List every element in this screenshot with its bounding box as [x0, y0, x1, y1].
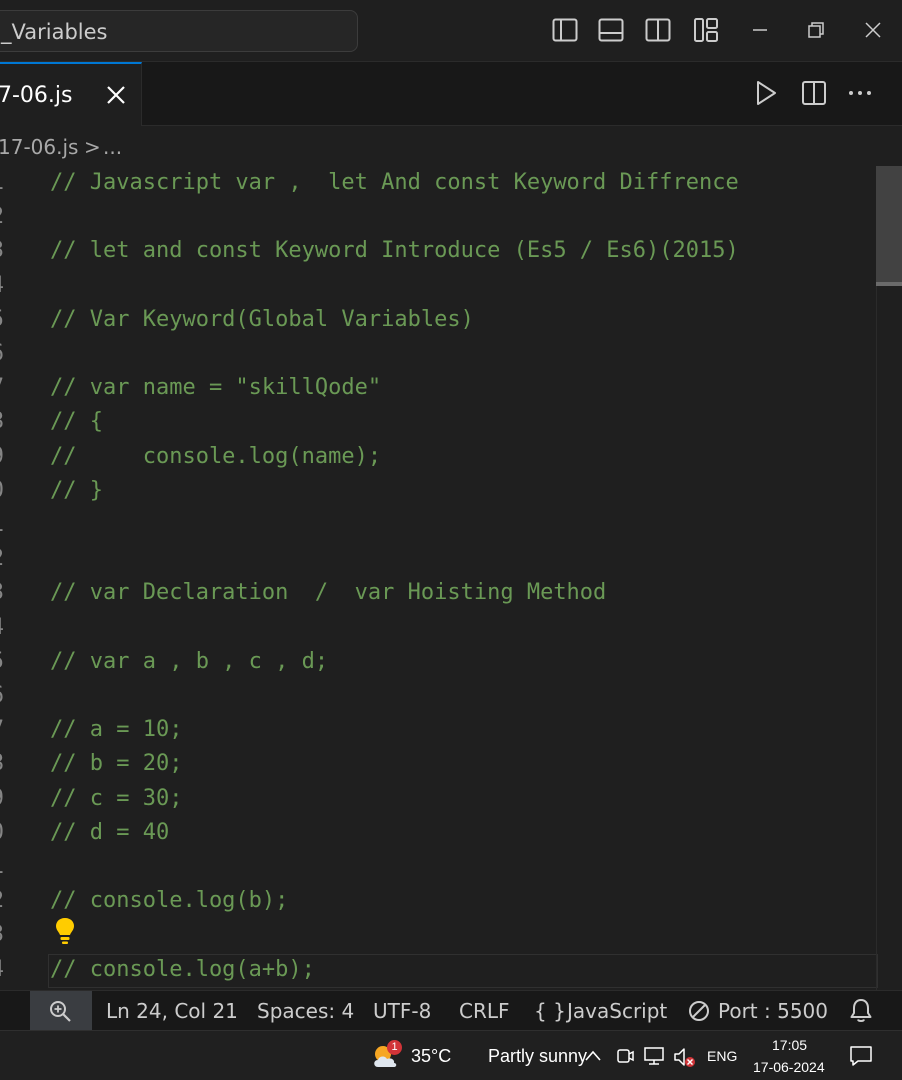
command-center-search[interactable]: _Variables	[0, 10, 358, 52]
line-number: 7	[0, 713, 4, 747]
line-number: 2	[0, 542, 4, 576]
line-number: 5	[0, 645, 4, 679]
weather-condition[interactable]: Partly sunny	[488, 1046, 587, 1067]
line-number: 6	[0, 679, 4, 713]
breadcrumb-file[interactable]: 17-06.js	[0, 135, 78, 159]
lightbulb-icon[interactable]	[53, 916, 77, 946]
tab-bar: 7-06.js	[0, 62, 902, 126]
volume-muted-icon[interactable]	[672, 1045, 698, 1069]
code-line[interactable]: // var a , b , c , d;	[50, 645, 328, 679]
status-bar: Ln 24, Col 21 Spaces: 4 UTF-8 CRLF { } J…	[0, 990, 902, 1031]
line-number: 8	[0, 747, 4, 781]
line-number: 1	[0, 508, 4, 542]
code-line[interactable]: // c = 30;	[50, 782, 182, 816]
code-line[interactable]: // d = 40	[50, 816, 169, 850]
customize-layout-icon[interactable]	[692, 16, 720, 44]
weather-badge: 1	[387, 1040, 402, 1055]
windows-taskbar: 1 35°C Partly sunny ENG 17:05 17-06-2024	[0, 1030, 902, 1080]
restore-icon[interactable]	[802, 16, 830, 44]
minimize-icon[interactable]	[746, 16, 774, 44]
scrollbar-thumb[interactable]	[876, 166, 902, 286]
code-line[interactable]: // console.log(name);	[50, 440, 381, 474]
network-icon[interactable]	[642, 1045, 666, 1067]
code-line[interactable]: // console.log(a+b);	[50, 953, 315, 987]
temperature[interactable]: 35°C	[411, 1046, 451, 1067]
line-number: 8	[0, 405, 4, 439]
toggle-panel-icon[interactable]	[597, 16, 625, 44]
code-line[interactable]: // b = 20;	[50, 747, 182, 781]
search-text: _Variables	[1, 20, 108, 44]
run-icon[interactable]	[751, 78, 781, 108]
line-number: 3	[0, 234, 4, 268]
braces-icon: { }	[534, 999, 566, 1023]
line-number: 4	[0, 269, 4, 303]
line-number: 9	[0, 440, 4, 474]
indentation[interactable]: Spaces: 4	[257, 999, 354, 1023]
line-number: 0	[0, 474, 4, 508]
language-mode[interactable]: JavaScript	[567, 999, 667, 1023]
line-number: 3	[0, 576, 4, 610]
notification-center-icon[interactable]	[849, 1044, 873, 1068]
code-line[interactable]: // var name = "skillQode"	[50, 371, 381, 405]
code-line[interactable]: // Var Keyword(Global Variables)	[50, 303, 474, 337]
more-actions-icon[interactable]	[845, 78, 875, 108]
line-number: 3	[0, 918, 4, 952]
close-window-icon[interactable]	[859, 16, 887, 44]
vertical-scrollbar[interactable]	[876, 166, 902, 990]
chevron-up-icon[interactable]	[583, 1046, 603, 1066]
clock-time[interactable]: 17:05	[772, 1037, 807, 1053]
code-line[interactable]: // var Declaration / var Hoisting Method	[50, 576, 606, 610]
tab-label: 7-06.js	[0, 83, 73, 108]
split-editor-icon[interactable]	[799, 78, 829, 108]
toggle-primary-sidebar-icon[interactable]	[551, 16, 579, 44]
live-server-port[interactable]: Port : 5500	[718, 999, 828, 1023]
scrollbar-cursor-marker	[876, 282, 902, 286]
line-number: 6	[0, 337, 4, 371]
code-line[interactable]: // Javascript var , let And const Keywor…	[50, 166, 739, 200]
toggle-secondary-sidebar-icon[interactable]	[644, 16, 672, 44]
clock-date[interactable]: 17-06-2024	[753, 1059, 825, 1075]
title-bar: _Variables	[0, 0, 902, 62]
code-line[interactable]: // console.log(b);	[50, 884, 288, 918]
breadcrumb: 17-06.js > ...	[0, 126, 902, 166]
line-number: 2	[0, 200, 4, 234]
code-line[interactable]: // let and const Keyword Introduce (Es5 …	[50, 234, 739, 268]
zoom-in-icon	[50, 1001, 71, 1022]
code-line[interactable]: // a = 10;	[50, 713, 182, 747]
line-number: 0	[0, 816, 4, 850]
breadcrumb-more[interactable]: ...	[103, 135, 122, 159]
line-number: 1	[0, 850, 4, 884]
line-number: 1	[0, 166, 4, 200]
close-icon[interactable]	[105, 84, 127, 106]
camera-app-icon[interactable]	[614, 1045, 636, 1067]
line-number: 4	[0, 611, 4, 645]
end-of-line[interactable]: CRLF	[459, 999, 510, 1023]
code-line[interactable]: // }	[50, 474, 103, 508]
chevron-right-icon: >	[84, 135, 101, 159]
no-entry-icon	[688, 1000, 710, 1022]
line-number: 9	[0, 782, 4, 816]
cursor-position[interactable]: Ln 24, Col 21	[106, 999, 238, 1023]
line-number: 5	[0, 303, 4, 337]
line-number: 7	[0, 371, 4, 405]
code-editor[interactable]: 123456789012345678901234 // Javascript v…	[0, 166, 902, 990]
line-number: 2	[0, 884, 4, 918]
line-number: 4	[0, 953, 4, 987]
encoding[interactable]: UTF-8	[373, 999, 431, 1023]
zoom-button[interactable]	[30, 991, 92, 1031]
input-language[interactable]: ENG	[707, 1048, 737, 1064]
editor-tab-active[interactable]: 7-06.js	[0, 62, 142, 126]
code-line[interactable]: // {	[50, 405, 103, 439]
bell-icon[interactable]	[849, 998, 873, 1024]
